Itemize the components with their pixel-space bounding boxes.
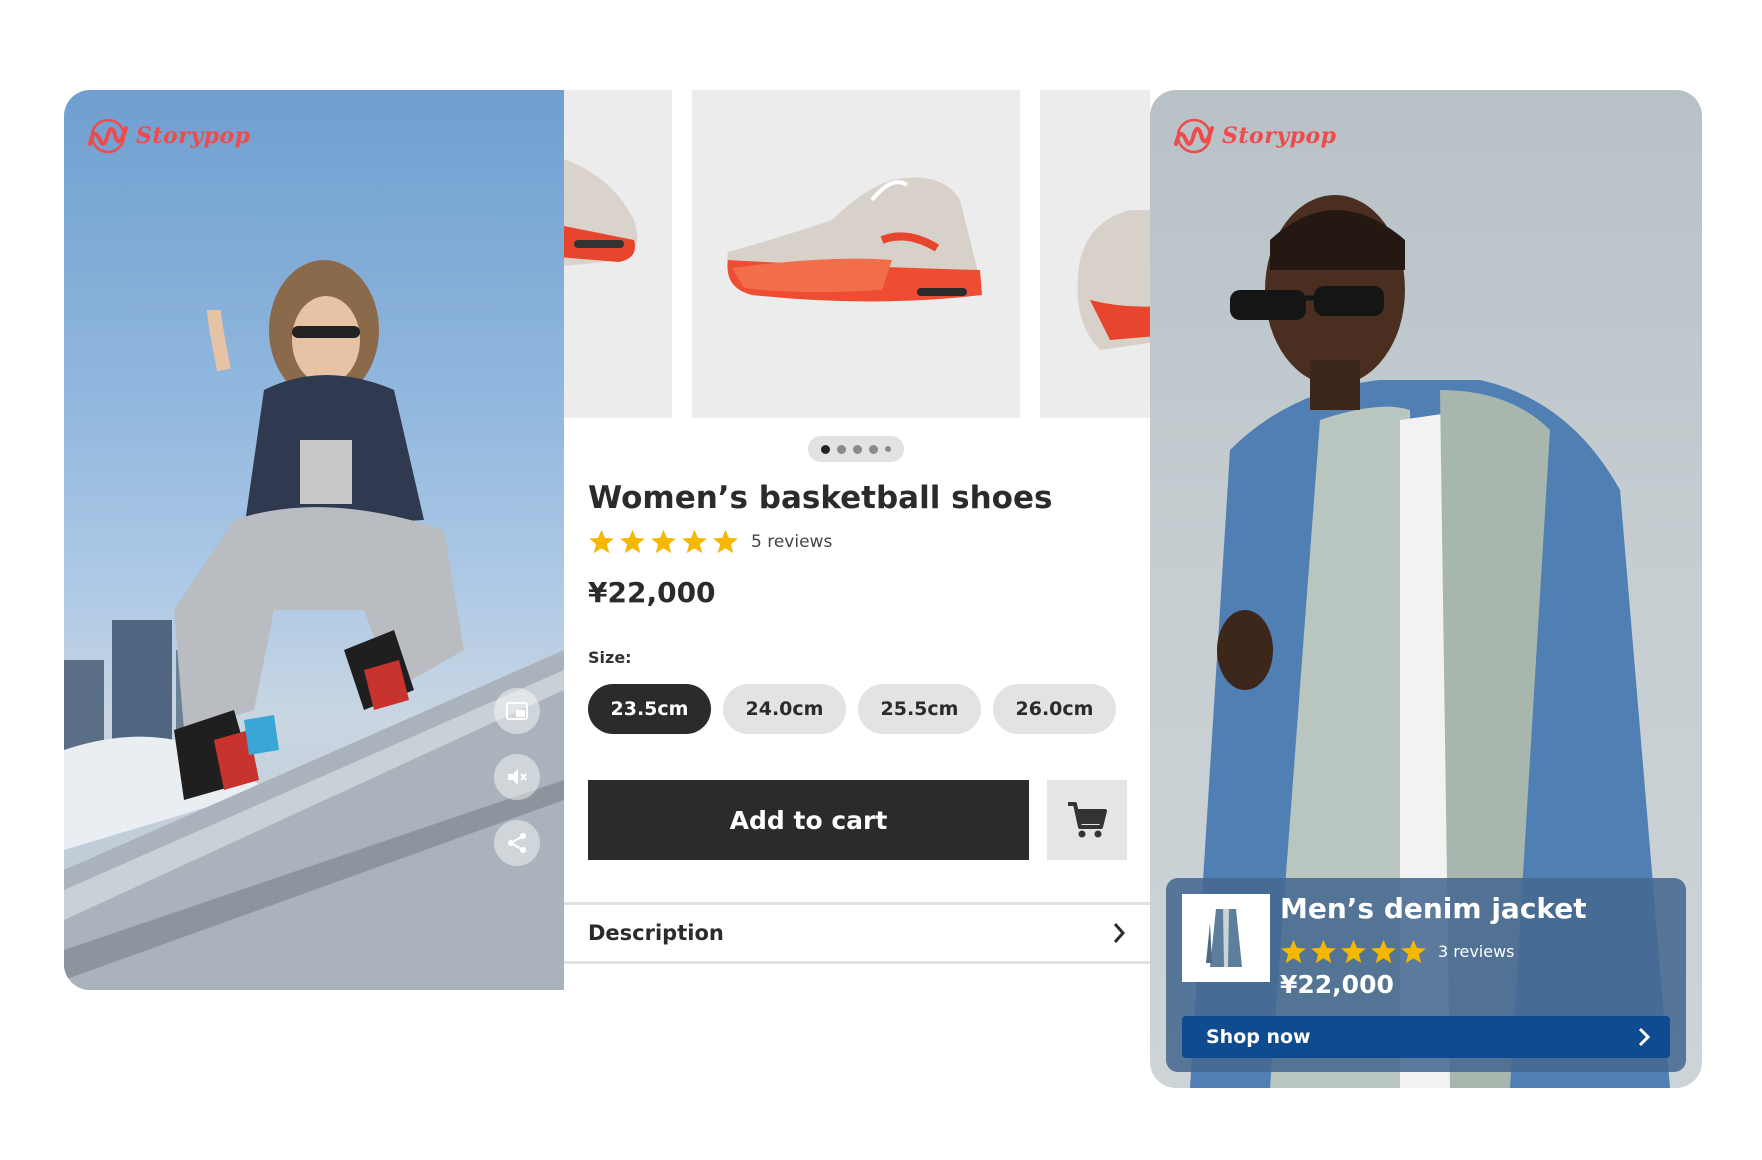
share-icon xyxy=(508,833,526,853)
description-row[interactable]: Description xyxy=(564,902,1150,964)
storypop-logo-text: Storypop xyxy=(1222,123,1337,149)
size-option-25-5[interactable]: 25.5cm xyxy=(858,684,981,734)
size-selector: 23.5cm 24.0cm 25.5cm 26.0cm xyxy=(588,684,1116,734)
shoe-image xyxy=(1077,210,1150,350)
product-title: Women’s basketball shoes xyxy=(588,480,1053,516)
share-button[interactable] xyxy=(494,820,540,866)
product-price: ¥22,000 xyxy=(588,576,716,609)
size-option-24-0[interactable]: 24.0cm xyxy=(723,684,846,734)
review-count[interactable]: 5 reviews xyxy=(751,532,832,552)
shop-now-label: Shop now xyxy=(1206,1026,1311,1048)
storypop-logo-icon xyxy=(88,118,128,154)
cart-icon xyxy=(1068,802,1107,838)
description-label: Description xyxy=(588,921,724,945)
star-icon xyxy=(1371,939,1396,964)
story-video-left[interactable]: Storypop xyxy=(64,90,564,990)
size-label: Size: xyxy=(588,648,632,667)
product-rating: 5 reviews xyxy=(588,528,832,555)
storypop-logo-icon xyxy=(1174,118,1214,154)
card-review-count[interactable]: 3 reviews xyxy=(1438,942,1515,961)
star-icon xyxy=(682,529,707,554)
product-thumbnail[interactable] xyxy=(1182,894,1270,982)
picture-in-picture-icon xyxy=(506,702,528,720)
size-option-26-0[interactable]: 26.0cm xyxy=(993,684,1116,734)
shoe-image xyxy=(727,177,982,302)
shoe-image xyxy=(564,159,638,266)
carousel-image-next[interactable] xyxy=(1040,90,1150,418)
star-icon xyxy=(713,529,738,554)
card-rating: 3 reviews xyxy=(1280,938,1515,965)
carousel-pagination[interactable] xyxy=(808,436,904,462)
storypop-logo: Storypop xyxy=(86,118,251,154)
star-icon xyxy=(1341,939,1366,964)
card-product-title: Men’s denim jacket xyxy=(1280,892,1587,925)
chevron-right-icon xyxy=(1638,1027,1650,1047)
star-icon xyxy=(1401,939,1426,964)
mute-icon xyxy=(508,769,527,785)
shop-now-button[interactable]: Shop now xyxy=(1182,1016,1670,1058)
carousel-dot[interactable] xyxy=(821,444,830,454)
product-detail-panel: Women’s basketball shoes 5 reviews ¥22,0… xyxy=(564,90,1150,990)
star-icon xyxy=(651,529,676,554)
carousel-dot[interactable] xyxy=(837,444,846,454)
star-icon xyxy=(589,529,614,554)
carousel-image-previous[interactable] xyxy=(564,90,672,418)
carousel-image-current[interactable] xyxy=(692,90,1020,418)
carousel-dot[interactable] xyxy=(853,444,862,454)
mute-button[interactable] xyxy=(494,754,540,800)
star-icon xyxy=(620,529,645,554)
storypop-logo-text: Storypop xyxy=(136,123,251,149)
picture-in-picture-button[interactable] xyxy=(494,688,540,734)
card-price: ¥22,000 xyxy=(1280,970,1394,999)
carousel-dot[interactable] xyxy=(869,444,878,454)
story-scene xyxy=(64,260,564,990)
product-card[interactable]: Men’s denim jacket 3 reviews ¥22,000 Sho… xyxy=(1166,878,1686,1072)
carousel-dot[interactable] xyxy=(885,446,891,452)
product-image-carousel[interactable] xyxy=(564,90,1150,418)
view-cart-button[interactable] xyxy=(1047,780,1127,860)
storypop-logo: Storypop xyxy=(1172,118,1337,154)
star-icon xyxy=(1311,939,1336,964)
add-to-cart-button[interactable]: Add to cart xyxy=(588,780,1029,860)
size-option-23-5[interactable]: 23.5cm xyxy=(588,684,711,734)
jacket-image xyxy=(1206,909,1242,967)
story-video-right[interactable]: Storypop Men’s denim jacket 3 reviews ¥2… xyxy=(1150,90,1702,1088)
star-icon xyxy=(1281,939,1306,964)
chevron-right-icon xyxy=(1113,923,1126,943)
